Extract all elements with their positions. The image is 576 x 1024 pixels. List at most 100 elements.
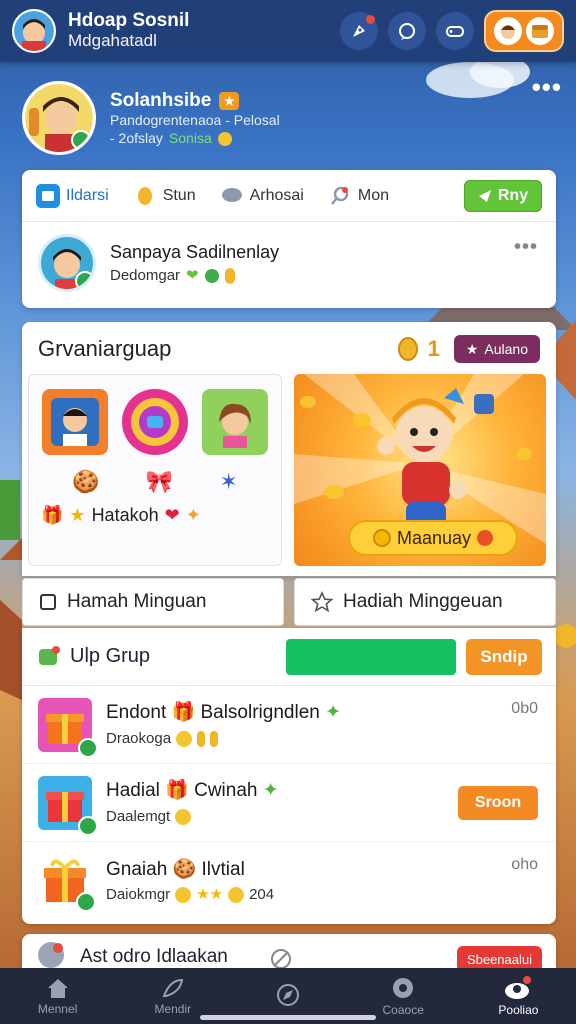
tab-weekly-home[interactable]: Hamah Minguan xyxy=(22,578,284,626)
home-icon xyxy=(47,979,68,998)
gift-sticker-icon xyxy=(131,398,179,446)
star-outline-icon xyxy=(311,591,333,613)
activity-card: Ildarsi Stun Arhosai Mon Rny Sanpaya Sad… xyxy=(22,170,556,308)
more-options-icon[interactable]: ••• xyxy=(532,72,562,103)
coin-icon xyxy=(224,267,235,284)
list-item[interactable]: Hadial 🎁 Cwinah ✦ Daalemgt Sroon xyxy=(22,764,556,842)
row-title-extra: Cwinah xyxy=(194,780,258,801)
nav-label: Mendir xyxy=(154,1002,192,1016)
profile-avatar[interactable] xyxy=(22,81,96,155)
row-subtitle: Daalemgt xyxy=(106,807,171,825)
smile-icon xyxy=(175,887,192,904)
puzzle-icon xyxy=(39,645,60,665)
row-title: Endont xyxy=(106,702,167,723)
sparkle-icon: ✦ xyxy=(262,780,279,801)
promo-banner[interactable]: Maanuay xyxy=(294,374,546,566)
star-icon: ★★ xyxy=(196,886,224,903)
tab-arhosai[interactable]: Arhosai xyxy=(220,184,304,208)
home-indicator[interactable] xyxy=(200,1015,376,1020)
profile-meta-highlight: Sonisa xyxy=(168,129,212,146)
profile-header: Solanhsibe ★ Pandogrentenaoa - Pelosal - … xyxy=(22,72,562,160)
sticker-boy[interactable] xyxy=(42,389,108,455)
rocket-icon xyxy=(353,25,365,37)
cookie-icon[interactable]: 🍪 xyxy=(72,469,99,495)
treasure-icon xyxy=(526,17,554,45)
coin-icon xyxy=(217,131,232,146)
avatar-icon xyxy=(38,942,64,968)
row-meta: 0b0 xyxy=(511,700,538,717)
chat-button[interactable] xyxy=(388,12,426,50)
coin-icon xyxy=(210,730,219,747)
notification-dot xyxy=(366,15,375,24)
square-icon xyxy=(40,594,56,610)
tab-mon[interactable]: Mon xyxy=(328,184,389,208)
online-badge xyxy=(71,130,91,150)
row-count: 204 xyxy=(249,886,275,903)
coin-counter: 1 xyxy=(396,336,440,362)
gamepad-button[interactable] xyxy=(436,12,474,50)
app-subtitle: Mdgahatadl xyxy=(68,31,157,51)
heart-icon: ❤ xyxy=(164,505,180,525)
nav-home[interactable]: Mennel xyxy=(0,968,115,1024)
puzzle-icon[interactable]: ✶ xyxy=(219,469,237,495)
feed-item[interactable]: Sanpaya Sadilnenlay Dedomgar ❤ ••• xyxy=(22,222,556,304)
chat-icon xyxy=(399,23,415,40)
tab-photos[interactable]: Ildarsi xyxy=(36,183,109,208)
pin-icon xyxy=(328,184,352,208)
row-action-button[interactable]: Sroon xyxy=(458,786,538,820)
auction-button[interactable]: ★ Aulano xyxy=(453,335,540,363)
list-item[interactable]: Endont 🎁 Balsolrigndlen ✦ Draokoga 0b0 xyxy=(22,686,556,764)
row-meta: oho xyxy=(511,856,538,873)
feed-title: Sanpaya Sadilnenlay xyxy=(110,241,280,262)
sparkle-icon: ✦ xyxy=(325,702,342,723)
send-button[interactable]: Sndip xyxy=(466,638,542,675)
gift-icon: 🎁 xyxy=(41,505,64,525)
tab-stun[interactable]: Stun xyxy=(133,184,196,208)
tab-row: Ildarsi Stun Arhosai Mon Rny xyxy=(22,170,556,222)
tab-label: Arhosai xyxy=(249,186,304,204)
gift-thumbnail xyxy=(38,697,98,758)
tab-label: Mon xyxy=(357,186,389,204)
banner-label: Maanuay xyxy=(396,527,472,548)
gift-thumbnail xyxy=(38,854,96,912)
chat-bubble-icon xyxy=(220,184,244,208)
check-badge xyxy=(78,815,98,836)
row-title-extra: Balsolrigndlen xyxy=(200,702,320,723)
ribbon-icon[interactable]: 🎀 xyxy=(146,469,173,495)
profile-name: Solanhsibe xyxy=(110,89,212,111)
gift-icon: 🎁 xyxy=(165,780,189,801)
level-badge-icon: ★ xyxy=(219,91,240,110)
progress-bar[interactable] xyxy=(286,638,456,675)
list-item[interactable]: Gnaiah 🍪 Ilvtial Daiokmgr ★★ 204 oho xyxy=(22,842,556,920)
app-avatar[interactable] xyxy=(12,9,56,53)
sticker-gift[interactable] xyxy=(122,389,188,455)
profile-switcher[interactable] xyxy=(484,10,564,52)
more-options-icon[interactable]: ••• xyxy=(514,236,538,259)
feather-icon xyxy=(162,978,183,997)
tab-weekly-gifts[interactable]: Hadiah Minggeuan xyxy=(294,578,556,626)
section-title: Grvaniarguap xyxy=(38,336,172,361)
nav-label: Pooliao xyxy=(498,1003,539,1017)
feed-subtitle: Dedomgar xyxy=(110,267,181,285)
nav-label: Mennel xyxy=(37,1002,78,1016)
coin-icon xyxy=(204,268,219,283)
boy-sticker-icon xyxy=(51,398,99,446)
check-badge xyxy=(78,737,98,758)
smile-icon xyxy=(175,808,192,825)
reply-label: Rny xyxy=(497,186,529,204)
sticker-girl[interactable] xyxy=(202,389,268,455)
gamepad-icon xyxy=(446,26,464,37)
banner-button[interactable]: Maanuay xyxy=(348,520,518,556)
cookie-icon: 🍪 xyxy=(172,858,197,880)
sparkle-icon: ✦ xyxy=(185,505,201,525)
auction-label: Aulano xyxy=(484,341,528,357)
user-avatar-icon xyxy=(494,17,522,45)
coin-icon xyxy=(397,337,418,361)
top-bar: Hdoap Sosnil Mdgahatadl xyxy=(0,0,576,62)
nav-profile[interactable]: Pooliao xyxy=(461,968,576,1024)
weekly-tabs: Hamah Minguan Hadiah Minggeuan xyxy=(22,578,556,628)
reply-button[interactable]: Rny xyxy=(464,179,542,212)
row-subtitle: Draokoga xyxy=(106,729,172,747)
star-icon: ★ xyxy=(69,505,86,525)
rocket-button[interactable] xyxy=(340,12,378,50)
